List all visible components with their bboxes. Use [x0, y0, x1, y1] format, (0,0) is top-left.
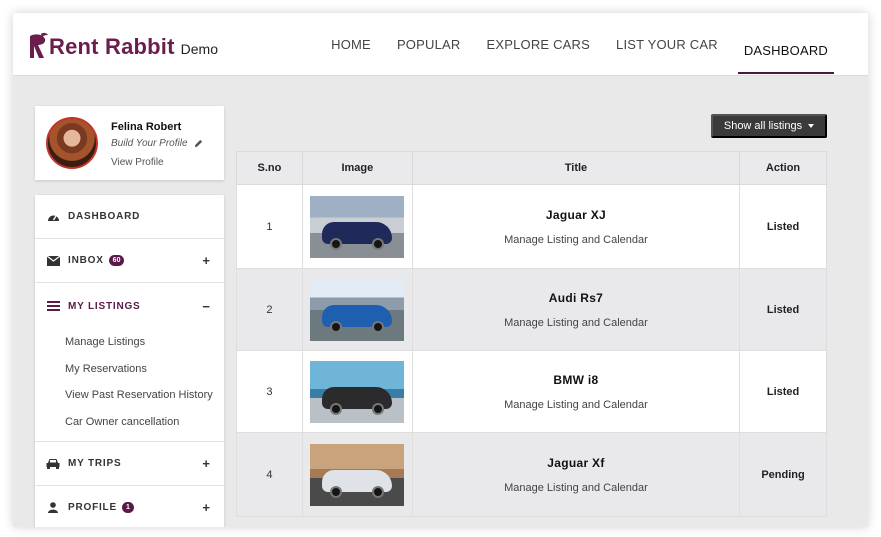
- car-title: BMW i8: [553, 372, 599, 387]
- col-header-action: Action: [739, 151, 827, 185]
- car-title: Jaguar Xf: [547, 455, 605, 470]
- car-title: Audi Rs7: [548, 290, 604, 305]
- listing-status: Listed: [739, 268, 827, 351]
- brand-tag: Demo: [180, 41, 218, 57]
- sidebar-item-dashboard[interactable]: DASHBOARD: [35, 195, 224, 239]
- manage-listing-link[interactable]: Manage Listing and Calendar: [413, 317, 739, 329]
- manage-listing-link[interactable]: Manage Listing and Calendar: [413, 482, 739, 494]
- listings-table: S.no Image Title Action 1 Jaguar XJ Mana…: [236, 151, 827, 517]
- dashboard-gauge-icon: [46, 210, 60, 224]
- sidebar-item-my-listings[interactable]: MY LISTINGS −: [35, 283, 224, 329]
- brand-logo[interactable]: Rent Rabbit Demo: [27, 30, 218, 60]
- profile-name: Felina Robert: [111, 121, 182, 133]
- profile-count-badge: 1: [121, 502, 134, 513]
- row-sno: 4: [236, 432, 303, 517]
- sidebar-label-my-trips: MY TRIPS: [68, 458, 122, 469]
- table-row[interactable]: 2 Audi Rs7 Manage Listing and Calendar L…: [236, 268, 827, 351]
- brand-name: Rent Rabbit: [49, 34, 175, 59]
- row-image-cell: [301, 268, 413, 351]
- row-image-cell: [301, 184, 413, 269]
- my-listings-submenu: Manage Listings My Reservations View Pas…: [35, 329, 224, 442]
- row-image-cell: [301, 350, 413, 433]
- sidebar-item-my-trips[interactable]: MY TRIPS +: [35, 442, 224, 486]
- submenu-car-owner-cancellation[interactable]: Car Owner cancellation: [65, 409, 213, 436]
- profile-card: Felina Robert Build Your Profile View Pr…: [35, 106, 224, 180]
- sidebar-label-dashboard: DASHBOARD: [68, 211, 141, 222]
- show-all-listings-label: Show all listings: [723, 120, 803, 132]
- listing-status: Listed: [739, 184, 827, 269]
- car-thumbnail[interactable]: [310, 195, 405, 258]
- nav-dashboard[interactable]: DASHBOARD: [737, 27, 834, 74]
- expand-icon[interactable]: +: [202, 456, 210, 471]
- listing-status: Listed: [739, 350, 827, 433]
- col-header-sno: S.no: [236, 151, 303, 185]
- car-thumbnail[interactable]: [310, 278, 405, 341]
- row-title-cell: Audi Rs7 Manage Listing and Calendar: [411, 268, 741, 351]
- submenu-manage-listings[interactable]: Manage Listings: [65, 329, 213, 356]
- table-header-row: S.no Image Title Action: [236, 151, 827, 185]
- car-thumbnail[interactable]: [310, 360, 405, 423]
- expand-icon[interactable]: +: [202, 500, 210, 515]
- col-header-title: Title: [411, 151, 741, 185]
- submenu-my-reservations[interactable]: My Reservations: [65, 356, 213, 383]
- car-icon: [46, 457, 60, 471]
- table-row[interactable]: 3 BMW i8 Manage Listing and Calendar Lis…: [236, 350, 827, 433]
- table-row[interactable]: 1 Jaguar XJ Manage Listing and Calendar …: [236, 184, 827, 269]
- row-title-cell: Jaguar XJ Manage Listing and Calendar: [411, 184, 741, 269]
- row-sno: 1: [236, 184, 303, 269]
- top-navbar: Rent Rabbit Demo HOME POPULAR EXPLORE CA…: [13, 13, 868, 76]
- nav-list-your-car[interactable]: LIST YOUR CAR: [610, 13, 724, 76]
- manage-listing-link[interactable]: Manage Listing and Calendar: [413, 234, 739, 246]
- collapse-icon[interactable]: −: [202, 299, 210, 314]
- listing-status: Pending: [739, 432, 827, 517]
- show-all-listings-dropdown[interactable]: Show all listings: [711, 114, 827, 138]
- expand-icon[interactable]: +: [202, 253, 210, 268]
- list-icon: [46, 299, 60, 313]
- sidebar-label-profile: PROFILE: [68, 502, 117, 513]
- sidebar-item-inbox[interactable]: INBOX 60 +: [35, 239, 224, 283]
- nav-home[interactable]: HOME: [325, 13, 377, 76]
- row-sno: 3: [236, 350, 303, 433]
- avatar[interactable]: [46, 117, 98, 169]
- row-image-cell: [301, 432, 413, 517]
- manage-listing-link[interactable]: Manage Listing and Calendar: [413, 399, 739, 411]
- row-title-cell: BMW i8 Manage Listing and Calendar: [411, 350, 741, 433]
- row-title-cell: Jaguar Xf Manage Listing and Calendar: [411, 432, 741, 517]
- nav-explore-cars[interactable]: EXPLORE CARS: [480, 13, 596, 76]
- submenu-past-reservation-history[interactable]: View Past Reservation History: [65, 382, 213, 409]
- build-profile-label: Build Your Profile: [111, 138, 188, 149]
- rabbit-logo-icon: [30, 32, 48, 58]
- sidebar-item-profile[interactable]: PROFILE 1 +: [35, 486, 224, 527]
- build-profile-link[interactable]: Build Your Profile: [111, 138, 203, 149]
- view-profile-link[interactable]: View Profile: [111, 157, 164, 168]
- car-title: Jaguar XJ: [545, 207, 606, 222]
- pencil-icon: [194, 139, 202, 148]
- sidebar-label-inbox: INBOX: [68, 255, 104, 266]
- main-nav: HOME POPULAR EXPLORE CARS LIST YOUR CAR …: [311, 13, 834, 76]
- envelope-icon: [46, 254, 60, 268]
- inbox-count-badge: 60: [108, 255, 125, 266]
- sidebar-menu: DASHBOARD INBOX 60 + MY LISTINGS − Manag…: [35, 195, 224, 527]
- table-row[interactable]: 4 Jaguar Xf Manage Listing and Calendar …: [236, 432, 827, 517]
- user-icon: [46, 501, 60, 515]
- app-frame: Rent Rabbit Demo HOME POPULAR EXPLORE CA…: [13, 13, 868, 527]
- car-thumbnail[interactable]: [310, 443, 405, 506]
- nav-popular[interactable]: POPULAR: [391, 13, 467, 76]
- row-sno: 2: [236, 268, 303, 351]
- caret-down-icon: [808, 124, 815, 128]
- col-header-image: Image: [301, 151, 413, 185]
- sidebar-label-my-listings: MY LISTINGS: [68, 300, 141, 312]
